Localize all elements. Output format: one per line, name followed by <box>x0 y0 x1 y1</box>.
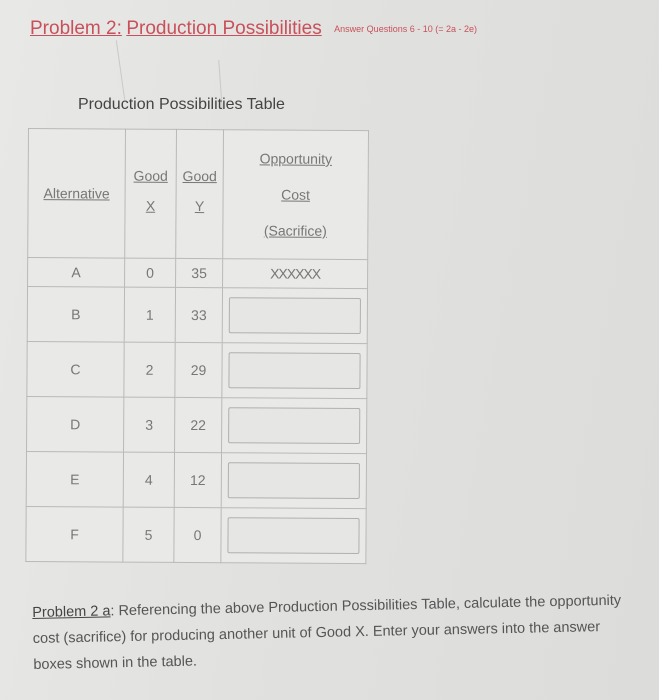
cell-opportunity-cost <box>222 287 368 344</box>
table-row: C 2 29 <box>26 341 368 399</box>
problem-title: Production Possibilities <box>126 18 322 39</box>
cell-good-x: 0 <box>124 258 176 288</box>
cell-good-x: 1 <box>124 287 176 343</box>
table-row: E 4 12 <box>26 451 367 509</box>
problem-2a-text: Referencing the above Production Possibi… <box>32 592 622 673</box>
cell-opportunity-cost <box>221 452 367 509</box>
header-good-x-bottom: X <box>145 197 156 214</box>
header-good-x: Good X <box>124 129 177 259</box>
table-row: A 0 35 XXXXXX <box>27 257 368 289</box>
header-good-x-top: Good <box>133 167 168 184</box>
production-possibilities-table: Alternative Good X Good Y Opportunity Co… <box>25 128 369 565</box>
cell-alternative: C <box>26 341 125 398</box>
cell-good-x: 3 <box>123 397 175 453</box>
problem-label: Problem 2 <box>30 18 117 39</box>
problem-header: Problem 2: Production Possibilities Answ… <box>30 18 477 40</box>
header-oc-line3: (Sacrifice) <box>263 222 327 239</box>
cell-alternative: E <box>26 451 124 508</box>
cell-good-y: 12 <box>174 452 222 508</box>
header-oc-line1: Opportunity <box>259 150 333 167</box>
header-oc-line2: Cost <box>281 186 311 203</box>
problem-separator: : <box>116 18 122 39</box>
cell-good-y: 22 <box>174 397 222 453</box>
answer-box-c[interactable] <box>228 352 361 390</box>
cell-good-y: 33 <box>175 287 223 343</box>
cell-alternative: D <box>26 396 124 453</box>
table-row: B 1 33 <box>27 286 368 344</box>
table-header-row: Alternative Good X Good Y Opportunity Co… <box>27 128 369 260</box>
header-opportunity-cost: Opportunity Cost (Sacrifice) <box>222 129 369 260</box>
cell-good-y: 29 <box>174 342 223 398</box>
header-alternative: Alternative <box>27 128 126 259</box>
problem-2a-instructions: Problem 2 a: Referencing the above Produ… <box>32 588 624 678</box>
header-good-y: Good Y <box>175 129 224 259</box>
header-alternative-label: Alternative <box>43 185 110 202</box>
questions-note: Answer Questions 6 - 10 (= 2a - 2e) <box>334 24 477 34</box>
cell-opportunity-cost <box>221 397 367 454</box>
table-row: F 5 0 <box>25 506 367 564</box>
answer-box-b[interactable] <box>228 297 361 335</box>
answer-box-d[interactable] <box>228 407 361 445</box>
paper-crease <box>115 40 126 100</box>
cell-opportunity-cost <box>221 342 368 399</box>
problem-2a-label: Problem 2 a <box>32 603 111 621</box>
cell-alternative: A <box>27 257 125 288</box>
cell-good-y: 0 <box>173 507 222 563</box>
worksheet-page: Problem 2: Production Possibilities Answ… <box>0 0 659 700</box>
header-good-y-top: Good <box>182 167 217 185</box>
cell-good-x: 2 <box>123 342 176 398</box>
cell-good-x: 5 <box>122 507 175 563</box>
table-row: D 3 22 <box>26 396 367 454</box>
cell-alternative: F <box>25 506 124 563</box>
table-caption: Production Possibilities Table <box>78 96 285 113</box>
cell-opportunity-cost <box>220 507 367 564</box>
answer-box-f[interactable] <box>227 517 360 555</box>
header-good-y-bottom: Y <box>194 198 205 215</box>
cell-good-x: 4 <box>123 452 175 508</box>
cell-alternative: B <box>27 286 125 343</box>
cell-good-y: 35 <box>175 258 223 288</box>
answer-box-e[interactable] <box>227 462 360 500</box>
cell-opportunity-cost-na: XXXXXX <box>222 258 368 289</box>
